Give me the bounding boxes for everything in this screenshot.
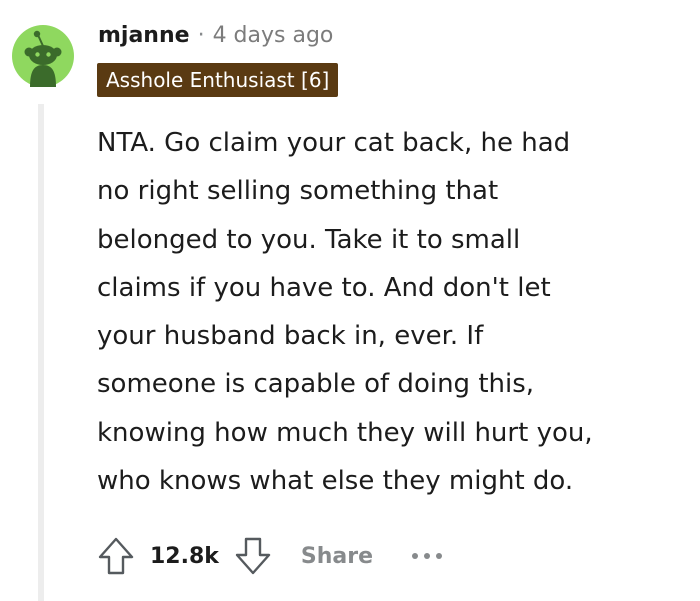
- body-line: belonged to you. Take it to small: [97, 224, 521, 255]
- body-line: NTA. Go claim your cat back, he had: [97, 128, 571, 158]
- upvote-button[interactable]: [94, 534, 138, 578]
- comment-timestamp[interactable]: 4 days ago: [213, 23, 334, 48]
- comment-actions: 12.8k Share: [94, 533, 447, 579]
- downvote-button[interactable]: [231, 534, 275, 578]
- upvote-arrow-icon: [98, 537, 134, 575]
- meta-separator: ·: [197, 22, 205, 48]
- share-button[interactable]: Share: [301, 544, 373, 569]
- snoo-avatar-icon: [12, 25, 74, 87]
- user-avatar[interactable]: [12, 25, 74, 87]
- body-line: your husband back in, ever. If: [97, 321, 484, 352]
- comment-body: NTA. Go claim your cat back, he had no r…: [97, 119, 687, 505]
- body-line: who knows what else they might do.: [97, 466, 574, 497]
- body-line: someone is capable of doing this,: [97, 369, 535, 400]
- thread-line[interactable]: [38, 104, 44, 601]
- body-line: knowing how much they will hurt you,: [97, 417, 593, 448]
- body-line: no right selling something that: [97, 176, 499, 207]
- more-options-icon: [412, 553, 443, 559]
- user-flair: Asshole Enthusiast [6]: [97, 63, 339, 97]
- username-link[interactable]: mjanne: [98, 23, 190, 48]
- body-line: claims if you have to. And don't let: [97, 272, 551, 303]
- vote-score: 12.8k: [150, 543, 219, 569]
- more-options-button[interactable]: [407, 541, 447, 571]
- downvote-arrow-icon: [235, 537, 271, 575]
- comment-meta: mjanne · 4 days ago: [98, 19, 333, 51]
